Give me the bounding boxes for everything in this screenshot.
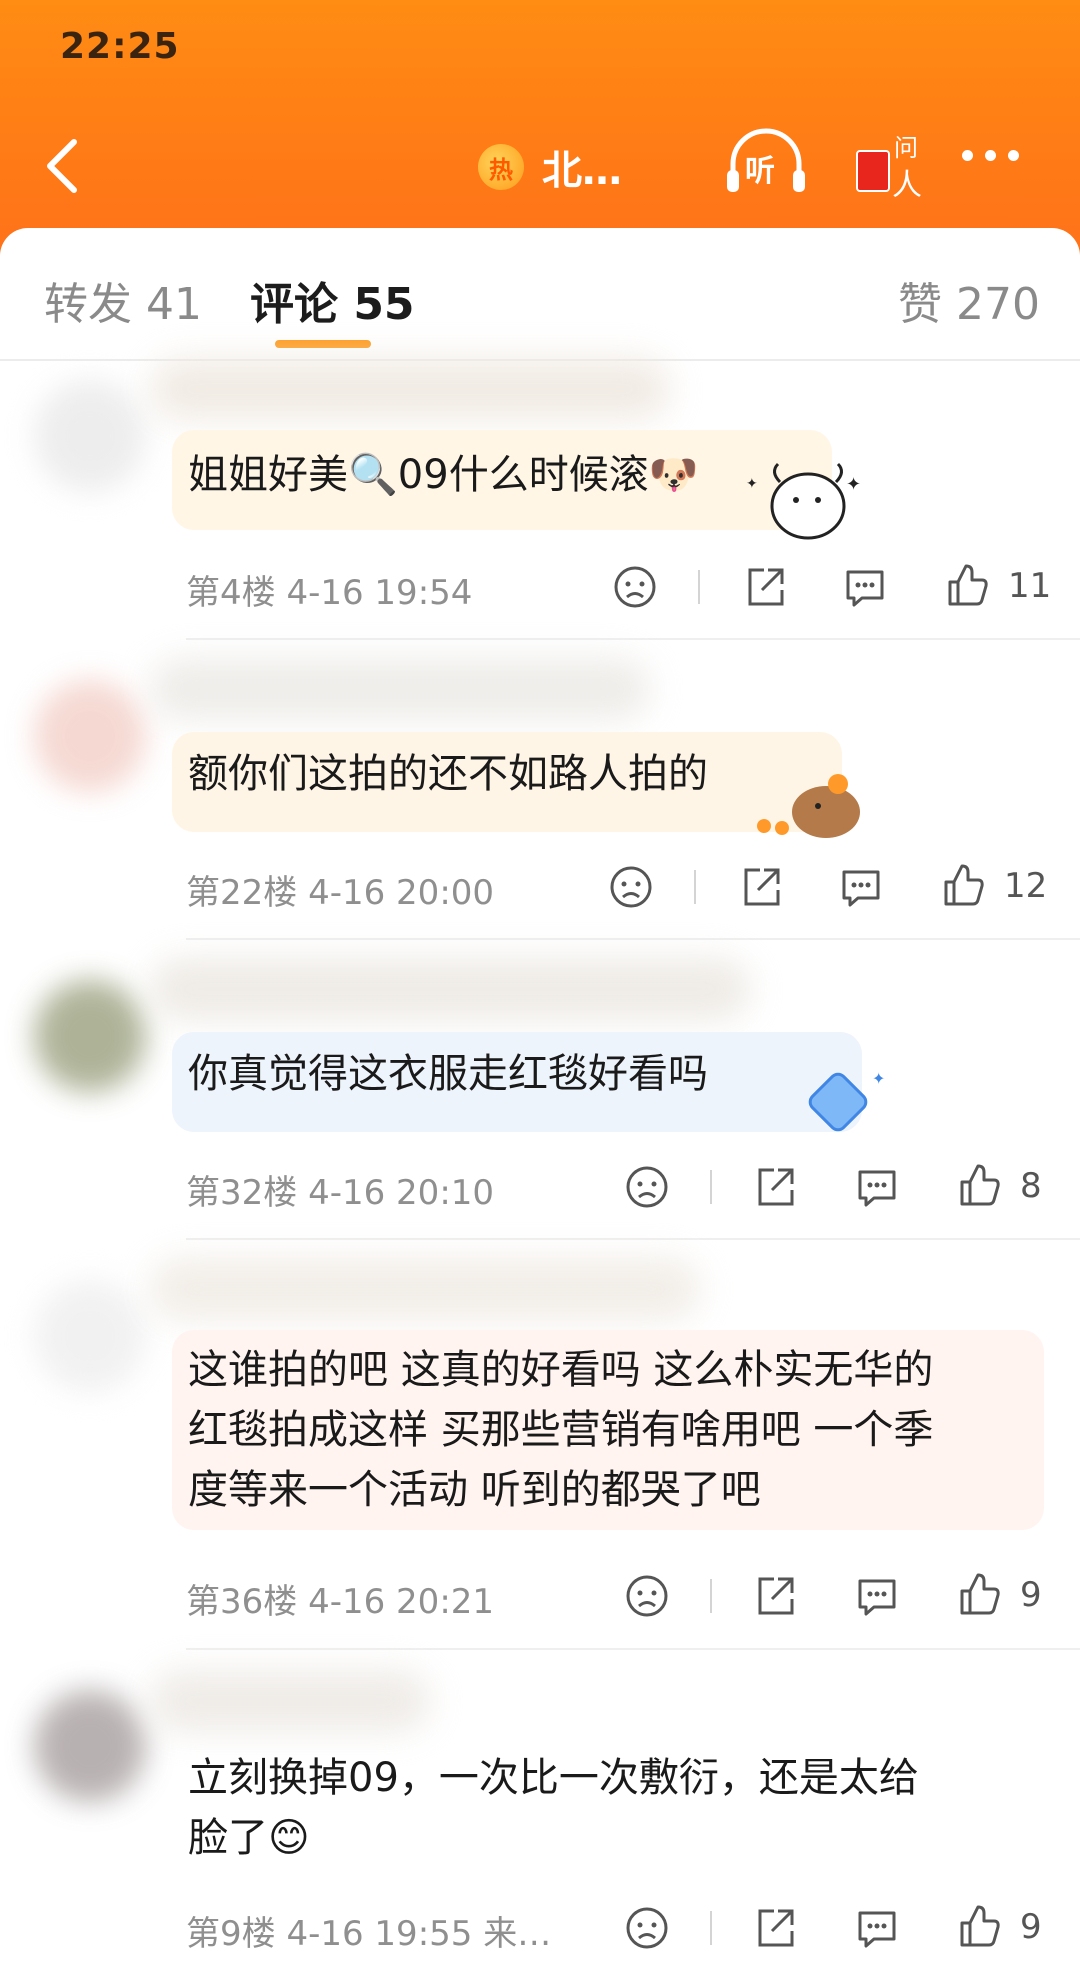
username[interactable] [150, 1670, 430, 1732]
comment-item: 立刻换掉09，一次比一次敷衍，还是太给 脸了😊 第9楼 4-16 19:55 来… [0, 1650, 1080, 1970]
divider [710, 1170, 712, 1204]
ask-label-top: 问 [894, 134, 918, 162]
comment-location: 来… [483, 1914, 552, 1954]
tab-likes[interactable]: 赞 270 [898, 268, 1040, 332]
comment-time: 4-16 19:54 [286, 573, 473, 613]
divider [698, 570, 700, 604]
comment-text: 你真觉得这衣服走红毯好看吗 [188, 1051, 708, 1097]
status-time: 22:25 [60, 26, 180, 67]
more-dot-icon [1008, 150, 1019, 161]
comment-item: 姐姐好美🔍09什么时候滚🐶 ✦ ✦ 第4楼 4-16 19:54 11 [0, 340, 1080, 640]
svg-text:✦: ✦ [872, 1069, 885, 1088]
share-icon[interactable] [742, 564, 788, 610]
hot-icon: 热 [478, 144, 524, 190]
like-count: 9 [1020, 1575, 1042, 1615]
dislike-face-icon[interactable] [624, 1573, 670, 1619]
floor-number: 第32楼 [186, 1173, 298, 1213]
username[interactable] [150, 1258, 700, 1320]
floor-number: 第22楼 [186, 873, 298, 913]
comment-time: 4-16 20:00 [308, 873, 495, 913]
avatar[interactable] [34, 980, 146, 1092]
more-dot-icon [962, 150, 973, 161]
comment-meta: 第4楼 4-16 19:54 [186, 565, 472, 614]
avatar[interactable] [34, 1280, 146, 1392]
more-dot-icon [985, 150, 996, 161]
ask-button[interactable]: 问 人 [852, 122, 932, 203]
like-icon[interactable] [956, 1903, 1002, 1949]
like-icon[interactable] [940, 862, 986, 908]
share-icon[interactable] [752, 1164, 798, 1210]
capybara-sticker-icon [757, 774, 860, 838]
listen-button[interactable]: 听 [725, 126, 807, 198]
svg-text:✦: ✦ [746, 476, 758, 492]
like-icon[interactable] [944, 562, 990, 608]
reply-icon[interactable] [842, 564, 888, 610]
floor-number: 第4楼 [186, 573, 276, 613]
comment-text: 额你们这拍的还不如路人拍的 [188, 751, 708, 797]
like-icon[interactable] [956, 1162, 1002, 1208]
comment-meta: 第22楼 4-16 20:00 [186, 865, 494, 914]
avatar[interactable] [34, 680, 146, 792]
chevron-left-icon [47, 139, 77, 193]
username[interactable] [150, 658, 650, 720]
reply-icon[interactable] [854, 1164, 900, 1210]
floor-number: 第36楼 [186, 1582, 298, 1622]
comment-item: 额你们这拍的还不如路人拍的 第22楼 4-16 20:00 12 [0, 640, 1080, 940]
comment-text: 立刻换掉09，一次比一次敷衍，还是太给 脸了😊 [188, 1755, 919, 1861]
dislike-face-icon[interactable] [624, 1905, 670, 1951]
comment-time: 4-16 20:21 [308, 1582, 495, 1622]
tab-repost[interactable]: 转发 41 [44, 268, 202, 332]
avatar[interactable] [34, 1690, 146, 1802]
red-envelope-icon [856, 150, 890, 192]
comment-meta: 第36楼 4-16 20:21 [186, 1574, 494, 1623]
avatar[interactable] [34, 380, 146, 492]
svg-text:✦: ✦ [846, 474, 861, 495]
comment-time: 4-16 20:10 [308, 1173, 495, 1213]
reply-icon[interactable] [838, 864, 884, 910]
topic-title[interactable]: 热 北… [478, 138, 622, 196]
comment-text: 这谁拍的吧 这真的好看吗 这么朴实无华的 红毯拍成这样 买那些营销有啥用吧 一个… [188, 1347, 934, 1513]
divider [710, 1911, 712, 1945]
divider [694, 870, 696, 904]
comment-time: 4-16 19:55 [286, 1914, 473, 1954]
like-count: 8 [1020, 1166, 1042, 1206]
dislike-face-icon[interactable] [612, 564, 658, 610]
like-count: 9 [1020, 1907, 1042, 1947]
share-icon[interactable] [738, 864, 784, 910]
topic-title-text: 北… [542, 148, 622, 194]
comment-item: 你真觉得这衣服走红毯好看吗 ✦ 第32楼 4-16 20:10 8 [0, 940, 1080, 1240]
diamond-sticker-icon: ✦ [808, 1069, 885, 1132]
like-icon[interactable] [956, 1571, 1002, 1617]
comment-meta: 第9楼 4-16 19:55 来… [186, 1906, 551, 1955]
comment-meta: 第32楼 4-16 20:10 [186, 1165, 494, 1214]
listen-label: 听 [745, 154, 775, 189]
username[interactable] [150, 358, 670, 420]
like-count: 11 [1008, 566, 1052, 606]
reply-icon[interactable] [854, 1573, 900, 1619]
comment-item: 这谁拍的吧 这真的好看吗 这么朴实无华的 红毯拍成这样 买那些营销有啥用吧 一个… [0, 1240, 1080, 1650]
more-options-button[interactable] [962, 150, 1019, 161]
ask-label-bottom: 人 [892, 168, 922, 203]
like-count: 12 [1004, 866, 1048, 906]
back-button[interactable] [36, 130, 96, 200]
tab-comment[interactable]: 评论 55 [250, 268, 415, 332]
dislike-face-icon[interactable] [624, 1164, 670, 1210]
username[interactable] [150, 958, 750, 1020]
divider [710, 1579, 712, 1613]
dog-sticker-icon: ✦ ✦ [746, 462, 861, 540]
dislike-face-icon[interactable] [608, 864, 654, 910]
share-icon[interactable] [752, 1573, 798, 1619]
floor-number: 第9楼 [186, 1914, 276, 1954]
comment-text: 姐姐好美🔍09什么时候滚🐶 [188, 452, 699, 498]
share-icon[interactable] [752, 1905, 798, 1951]
reply-icon[interactable] [854, 1905, 900, 1951]
